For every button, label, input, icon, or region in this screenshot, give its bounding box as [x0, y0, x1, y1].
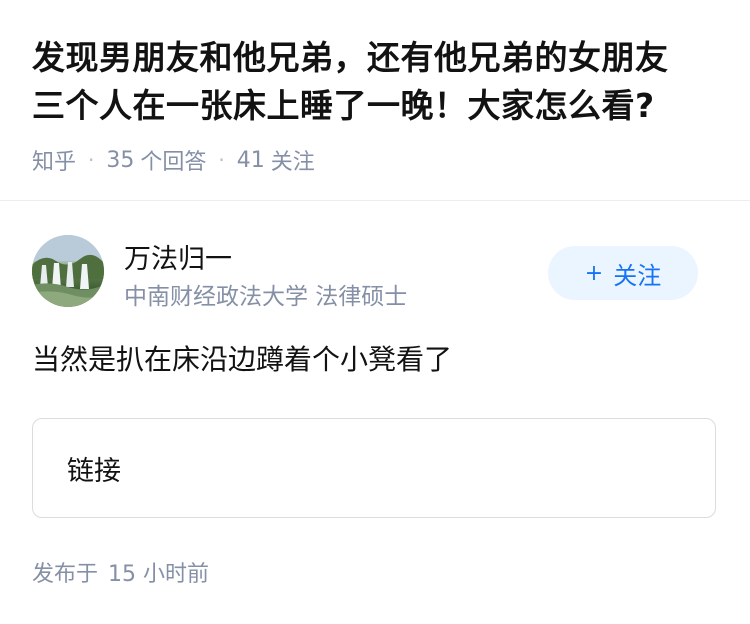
link-card-label: 链接 — [67, 456, 121, 487]
publish-time: 发布于 15 小时前 — [32, 556, 209, 588]
answer-content: 当然是扒在床沿边蹲着个小凳看了 — [32, 343, 453, 376]
question-meta: 知乎 · 35 个回答 · 41 关注 — [32, 144, 722, 176]
publish-label: 发布于 — [32, 562, 99, 587]
author-avatar[interactable] — [32, 235, 104, 307]
section-divider — [0, 200, 750, 201]
author-name[interactable]: 万法归一 — [124, 237, 232, 276]
meta-separator: · — [218, 148, 225, 172]
link-card[interactable]: 链接 — [32, 418, 716, 518]
question-title[interactable]: 发现男朋友和他兄弟，还有他兄弟的女朋友 三个人在一张床上睡了一晚！大家怎么看? — [32, 34, 722, 130]
question-header: 发现男朋友和他兄弟，还有他兄弟的女朋友 三个人在一张床上睡了一晚！大家怎么看? … — [32, 34, 722, 176]
follow-button-label: 关注 — [613, 261, 662, 290]
question-title-line2[interactable]: 三个人在一张床上睡了一晚！大家怎么看? — [32, 86, 655, 125]
follow-button[interactable]: + 关注 — [548, 246, 698, 300]
followers-count: 41 — [236, 147, 265, 173]
publish-count: 15 — [108, 562, 137, 587]
meta-separator: · — [88, 148, 95, 172]
source-label[interactable]: 知乎 — [32, 144, 76, 176]
question-title-line1[interactable]: 发现男朋友和他兄弟，还有他兄弟的女朋友 — [32, 38, 669, 77]
landscape-waterfall-icon — [32, 235, 104, 307]
answers-count: 35 — [106, 147, 135, 173]
author-row: 万法归一 中南财经政法大学 法律硕士 + 关注 — [32, 235, 722, 310]
publish-unit: 小时前 — [143, 562, 210, 587]
plus-icon: + — [584, 260, 604, 286]
followers-label: 关注 — [270, 150, 315, 175]
answers-label: 个回答 — [140, 150, 207, 175]
author-bio: 中南财经政法大学 法律硕士 — [124, 284, 408, 310]
